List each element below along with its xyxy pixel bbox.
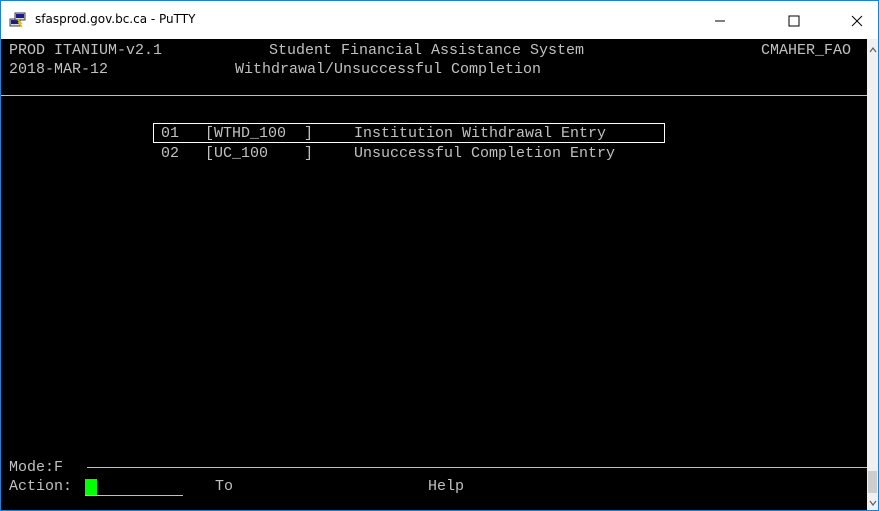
mode-indicator: Mode:F xyxy=(9,459,64,476)
putty-window: sfasprod.gov.bc.ca - PuTTY PROD ITANIUM-… xyxy=(0,0,879,511)
system-name: Student Financial Assistance System xyxy=(269,42,585,59)
user-id: CMAHER_FAO xyxy=(761,42,852,59)
maximize-button[interactable] xyxy=(771,1,817,39)
screen-title: Withdrawal/Unsuccessful Completion xyxy=(235,61,542,78)
text-cursor xyxy=(85,479,97,495)
menu-item-number: 02 xyxy=(161,145,180,162)
close-button[interactable] xyxy=(834,1,879,39)
to-label: To xyxy=(215,478,234,495)
footer-divider xyxy=(87,467,867,468)
maximize-icon xyxy=(788,15,800,27)
scroll-down-icon[interactable] xyxy=(869,499,877,507)
close-icon xyxy=(851,15,863,27)
action-input[interactable] xyxy=(85,495,183,496)
window-title: sfasprod.gov.bc.ca - PuTTY xyxy=(35,12,196,26)
menu-item-label: Institution Withdrawal Entry xyxy=(354,125,607,142)
menu-item-code: [WTHD_100 ] xyxy=(205,125,314,142)
title-bar[interactable]: sfasprod.gov.bc.ca - PuTTY xyxy=(1,1,878,39)
help-label: Help xyxy=(428,478,465,495)
putty-icon[interactable] xyxy=(9,11,27,29)
menu-item-label: Unsuccessful Completion Entry xyxy=(354,145,616,162)
scroll-up-icon[interactable] xyxy=(869,46,877,54)
system-version: PROD ITANIUM-v2.1 xyxy=(9,42,163,59)
session-date: 2018-MAR-12 xyxy=(9,61,109,78)
scrollbar-thumb[interactable] xyxy=(868,471,877,493)
action-label: Action: xyxy=(9,478,73,495)
header-divider xyxy=(1,95,867,96)
vertical-scrollbar[interactable] xyxy=(867,39,878,510)
minimize-icon xyxy=(715,20,725,22)
menu-item-code: [UC_100 ] xyxy=(205,145,314,162)
minimize-button[interactable] xyxy=(697,1,743,39)
menu-item-number: 01 xyxy=(161,125,180,142)
terminal-screen[interactable]: PROD ITANIUM-v2.1 Student Financial Assi… xyxy=(1,39,867,510)
